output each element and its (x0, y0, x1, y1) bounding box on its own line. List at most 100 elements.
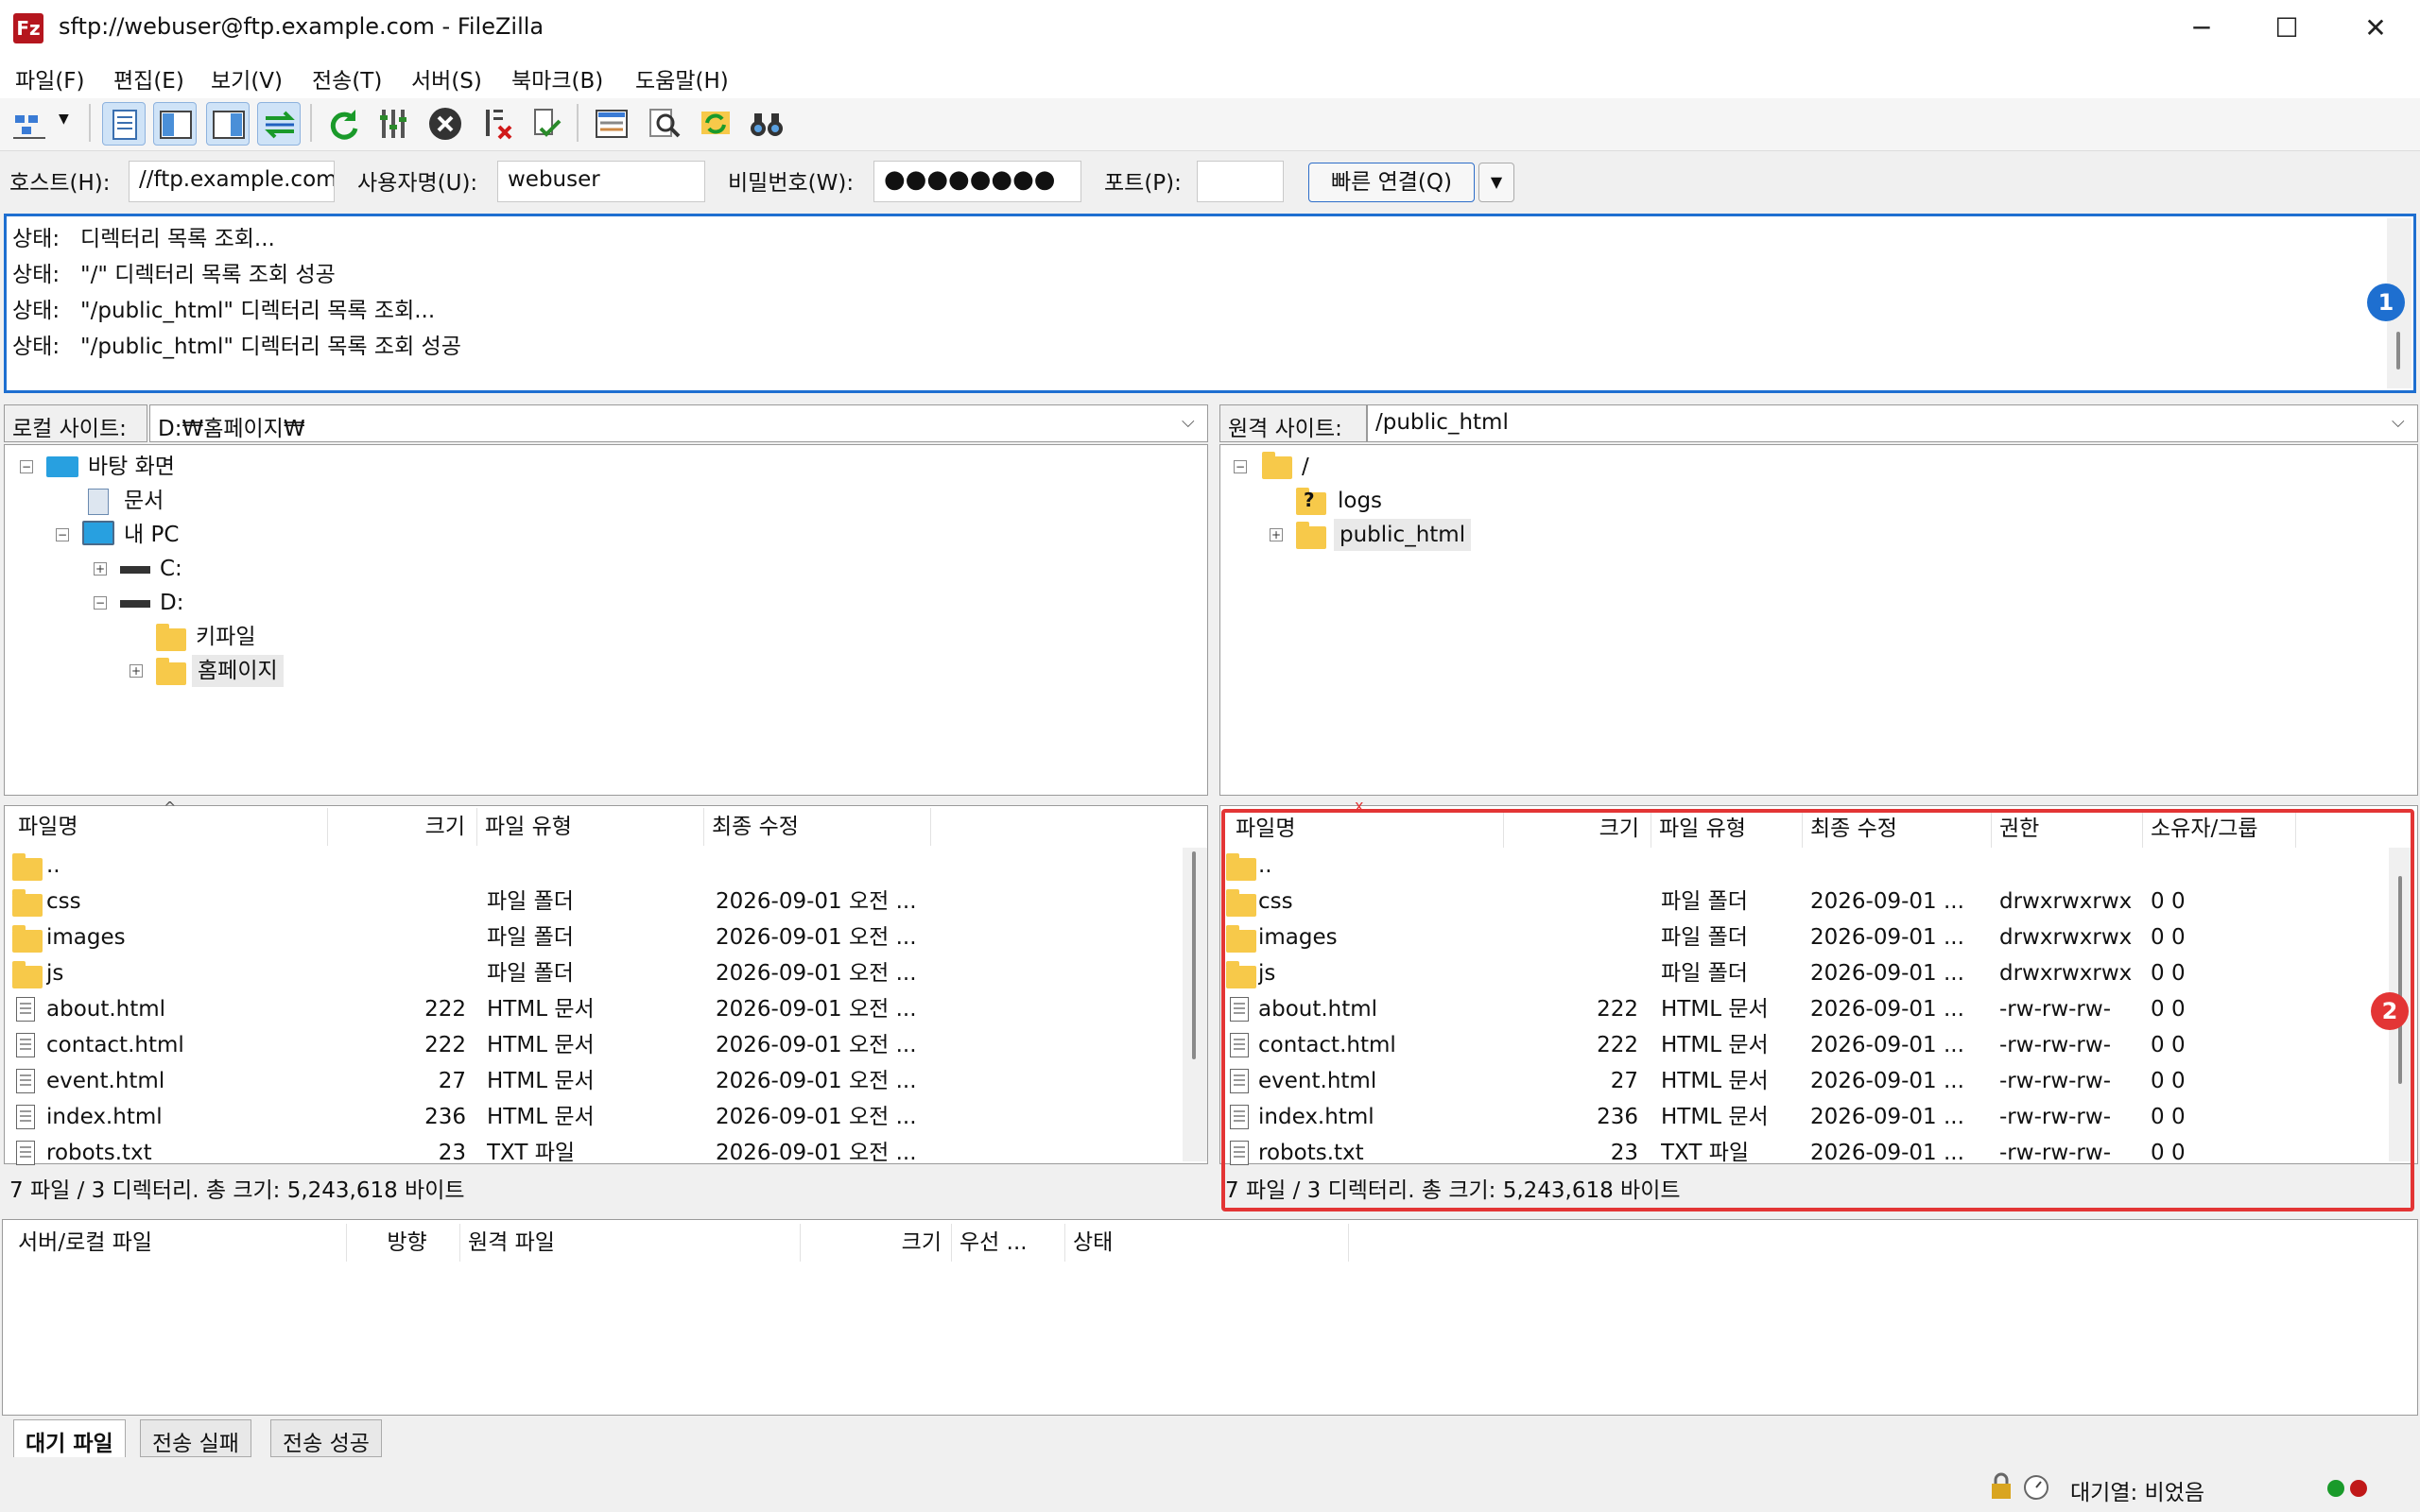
log-scrollbar-thumb[interactable] (2396, 332, 2400, 369)
row-modified: 2026-09-01 오전 ... (716, 1105, 917, 1129)
annotation-badge-2: 2 (2371, 992, 2409, 1030)
col-priority[interactable]: 우선 ... (952, 1224, 1065, 1262)
toolbar-separator (89, 104, 91, 142)
tree-item-my-pc[interactable]: 내 PC (124, 519, 179, 551)
minimize-button[interactable]: ─ (2159, 0, 2244, 57)
tree-item-public-html[interactable]: public_html (1334, 519, 1472, 551)
tree-item-root[interactable]: / (1302, 451, 1309, 483)
tree-item-homepage[interactable]: 홈페이지 (192, 655, 284, 687)
password-input[interactable]: ●●●●●●●● (873, 161, 1081, 202)
filter-icon[interactable] (590, 102, 633, 146)
menu-view[interactable]: 보기(V) (211, 62, 283, 94)
status-bar (0, 1461, 2420, 1512)
host-input[interactable]: //ftp.example.com (129, 161, 335, 202)
menu-transfer[interactable]: 전송(T) (312, 62, 382, 94)
row-size (328, 850, 466, 882)
folder-icon (1296, 522, 1326, 549)
col-type[interactable]: 파일 유형 (477, 808, 704, 846)
collapse-icon[interactable]: − (20, 460, 33, 473)
transfer-queue[interactable]: 서버/로컬 파일 방향 원격 파일 크기 우선 ... 상태 (2, 1219, 2418, 1416)
tab-failed-transfers[interactable]: 전송 실패 (140, 1419, 251, 1457)
send-led-icon (2350, 1480, 2367, 1497)
maximize-button[interactable]: ☐ (2244, 0, 2329, 57)
port-input[interactable] (1197, 161, 1284, 202)
username-label: 사용자명(U): (357, 171, 478, 196)
disconnect-icon[interactable] (476, 102, 520, 146)
row-name[interactable]: js (46, 957, 320, 989)
tab-successful-transfers[interactable]: 전송 성공 (270, 1419, 382, 1457)
search-icon[interactable] (643, 102, 686, 146)
row-name[interactable]: about.html (46, 993, 320, 1025)
menu-bookmarks[interactable]: 북마크(B) (511, 62, 603, 94)
expand-icon[interactable]: + (94, 562, 107, 576)
remote-path-dropdown-icon[interactable]: ⌵ (2392, 412, 2405, 432)
remote-path-input[interactable]: /public_html (1367, 404, 2418, 442)
reconnect-icon[interactable] (526, 102, 569, 146)
remote-tree-icon[interactable] (206, 102, 250, 146)
col-size[interactable]: 크기 (801, 1224, 952, 1262)
quickconnect-button[interactable]: 빠른 연결(Q) (1308, 163, 1475, 202)
username-input[interactable]: webuser (497, 161, 705, 202)
local-path-input[interactable]: D:₩홈페이지₩ (149, 404, 1208, 442)
local-file-list[interactable]: ^ 파일명 크기 파일 유형 최종 수정 .. css 파일 폴더 2026-09-0… (4, 799, 1208, 1165)
row-size: 27 (438, 1069, 466, 1093)
collapse-icon[interactable]: − (94, 596, 107, 610)
col-remote-file[interactable]: 원격 파일 (460, 1224, 801, 1262)
row-name[interactable]: css (46, 885, 320, 918)
remote-tree[interactable]: − / ? logs + public_html (1219, 444, 2418, 796)
menu-edit[interactable]: 편집(E) (113, 62, 184, 94)
col-modified[interactable]: 최종 수정 (704, 808, 931, 846)
collapse-icon[interactable]: − (56, 528, 69, 541)
row-name[interactable]: contact.html (46, 1029, 320, 1061)
tree-item-drive-c[interactable]: C: (160, 553, 182, 585)
col-filename[interactable]: 파일명 (10, 808, 328, 846)
row-name[interactable]: .. (46, 850, 320, 882)
tree-item-desktop[interactable]: 바탕 화면 (88, 451, 175, 483)
col-direction[interactable]: 방향 (347, 1224, 460, 1262)
log-label: 상태: (12, 299, 60, 323)
local-tree-icon[interactable] (153, 102, 197, 146)
menu-file[interactable]: 파일(F) (15, 62, 85, 94)
message-log-icon[interactable] (102, 102, 146, 146)
row-size: 23 (438, 1141, 466, 1165)
message-log[interactable]: 상태: 디렉터리 목록 조회... 상태: "/" 디렉터리 목록 조회 성공 … (4, 214, 2416, 393)
cancel-icon[interactable] (424, 102, 467, 146)
local-path-dropdown-icon[interactable]: ⌵ (1182, 412, 1195, 432)
collapse-icon[interactable]: − (1234, 460, 1247, 473)
row-name[interactable]: robots.txt (46, 1137, 320, 1169)
local-list-scrollbar[interactable] (1183, 848, 1207, 1161)
expand-icon[interactable]: + (130, 664, 143, 678)
col-size[interactable]: 크기 (328, 808, 477, 846)
row-name[interactable]: event.html (46, 1065, 320, 1097)
row-modified: 2026-09-01 오전 ... (716, 889, 917, 914)
col-status[interactable]: 상태 (1065, 1224, 1349, 1262)
tree-item-logs[interactable]: logs (1338, 485, 1382, 517)
expand-icon[interactable]: + (1270, 528, 1283, 541)
local-tree[interactable]: − 바탕 화면 문서 − 내 PC + C: − D: 키파일 + 홈페이지 (4, 444, 1208, 796)
process-queue-icon[interactable] (372, 102, 416, 146)
row-name[interactable]: images (46, 921, 320, 954)
close-button[interactable]: ✕ (2333, 0, 2418, 57)
transfer-queue-icon[interactable] (257, 102, 301, 146)
log-line: 상태: 디렉터리 목록 조회... (12, 220, 275, 252)
local-list-scrollbar-thumb[interactable] (1192, 851, 1196, 1059)
quickconnect-history-dropdown[interactable]: ▼ (1478, 163, 1514, 202)
tree-item-drive-d[interactable]: D: (160, 587, 183, 619)
window-title: sftp://webuser@ftp.example.com - FileZil… (59, 13, 544, 40)
tree-item-documents[interactable]: 문서 (124, 485, 164, 517)
file-icon (16, 997, 35, 1022)
tree-item-keyfile[interactable]: 키파일 (196, 621, 255, 653)
col-server-local-file[interactable]: 서버/로컬 파일 (10, 1224, 347, 1262)
row-name[interactable]: index.html (46, 1101, 320, 1133)
tab-queued-files[interactable]: 대기 파일 (13, 1419, 126, 1457)
compare-icon[interactable] (745, 102, 788, 146)
log-line: 상태: "/" 디렉터리 목록 조회 성공 (12, 256, 336, 288)
dropdown-arrow-icon[interactable]: ▼ (59, 112, 69, 127)
folder-icon (156, 624, 186, 651)
menu-help[interactable]: 도움말(H) (635, 62, 729, 94)
menu-server[interactable]: 서버(S) (411, 62, 482, 94)
speed-limit-icon[interactable] (2023, 1474, 2049, 1501)
refresh-icon[interactable] (321, 102, 365, 146)
site-manager-icon[interactable] (9, 102, 53, 146)
sync-browse-icon[interactable] (694, 102, 737, 146)
